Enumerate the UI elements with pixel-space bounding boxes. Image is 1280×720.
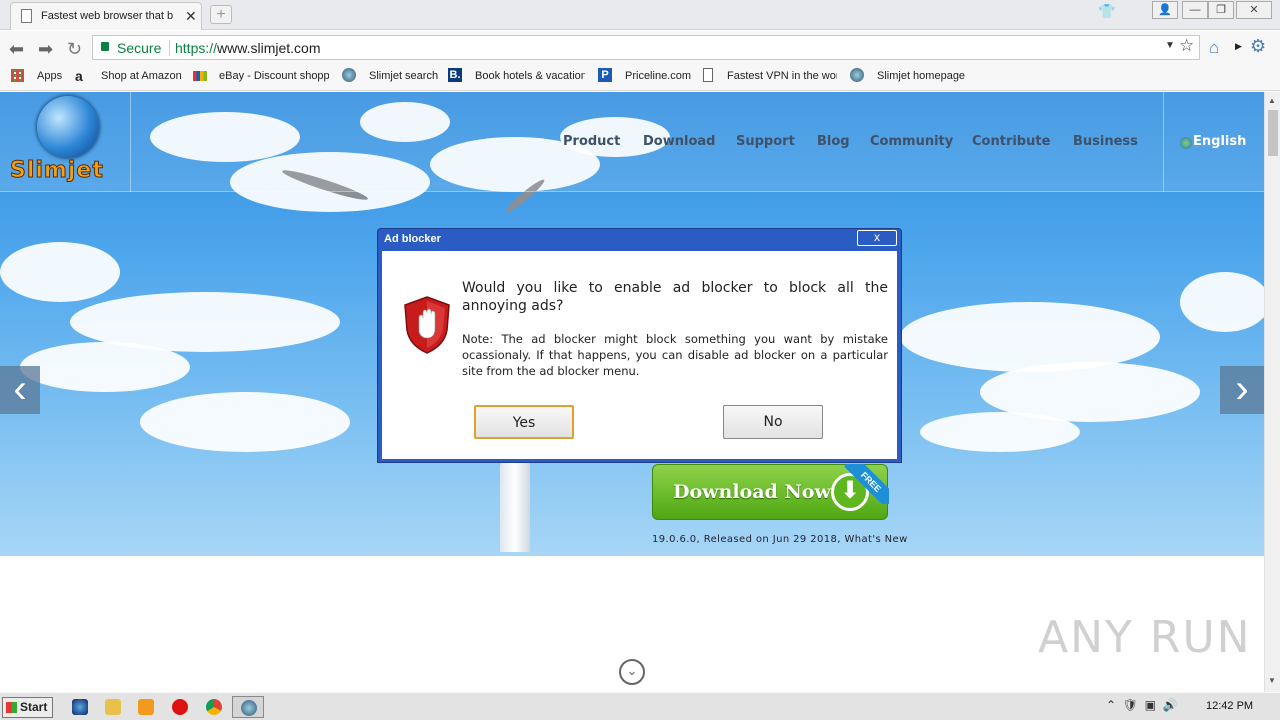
next-slide-arrow-icon[interactable]: › — [1220, 366, 1264, 414]
system-tray-icons[interactable]: ⌃ 🛡 ▣ 🔊 — [1106, 698, 1178, 712]
url-host: www.slimjet.com — [217, 40, 321, 56]
chrome-icon[interactable] — [206, 699, 222, 715]
ad-blocker-dialog: Ad blocker x Would you like to enable ad… — [377, 228, 902, 463]
globe-icon — [1180, 137, 1192, 149]
url-scheme: https:// — [175, 40, 218, 56]
nav-blog[interactable]: Blog — [817, 134, 850, 149]
windows-taskbar: Start ⌃ 🛡 ▣ 🔊 12:42 PM — [0, 692, 1280, 720]
cloud — [0, 242, 120, 302]
internet-explorer-icon[interactable] — [72, 699, 88, 715]
free-ribbon: FREE — [835, 464, 889, 504]
taskbar-clock[interactable]: 12:42 PM — [1206, 700, 1253, 712]
url-text[interactable]: https://www.slimjet.com — [175, 40, 321, 56]
secure-label: Secure — [117, 40, 162, 56]
slimjet-taskbar-button[interactable] — [232, 696, 264, 718]
address-bar[interactable]: Secure https://www.slimjet.com ▼ ☆ — [92, 35, 1200, 60]
star-icon[interactable]: ☆ — [1179, 36, 1194, 56]
reload-icon[interactable]: ↻ — [67, 39, 82, 60]
download-now-label: Download Now — [673, 481, 831, 503]
minimize-button[interactable]: — — [1182, 1, 1208, 19]
tab-strip: Fastest web browser that b ✕ + 👕 👤 — ❐ ✕ — [0, 0, 1280, 30]
yes-button[interactable]: Yes — [474, 405, 574, 439]
bookmark-slimjet-search[interactable]: Slimjet search — [369, 70, 438, 82]
scroll-down-chevron-icon[interactable]: ⌄ — [619, 659, 645, 685]
scroll-down-icon[interactable]: ▼ — [1268, 676, 1276, 685]
cloud — [140, 392, 350, 452]
bookmark-apps[interactable]: Apps — [37, 70, 62, 82]
booking-icon: B. — [448, 68, 462, 82]
apps-grid-icon — [11, 69, 24, 82]
tab-title: Fastest web browser that b — [41, 10, 174, 22]
release-info[interactable]: 19.0.6.0, Released on Jun 29 2018, What'… — [652, 534, 908, 545]
anyrun-watermark: ANY RUN — [1038, 612, 1252, 663]
cloud — [20, 342, 190, 392]
nav-contribute[interactable]: Contribute — [972, 134, 1050, 149]
ebay-icon — [193, 71, 207, 81]
close-window-button[interactable]: ✕ — [1236, 1, 1272, 19]
close-tab-icon[interactable]: ✕ — [185, 8, 197, 25]
caret-right-icon[interactable]: ▶ — [1235, 41, 1242, 52]
cloud — [900, 302, 1160, 372]
back-icon[interactable]: ⬅ — [9, 39, 24, 60]
scrollbar-thumb[interactable] — [1268, 110, 1278, 156]
prev-slide-arrow-icon[interactable]: ‹ — [0, 366, 40, 414]
gear-icon[interactable]: ⚙ — [1250, 36, 1266, 57]
restore-button[interactable]: ❐ — [1208, 1, 1234, 19]
dialog-close-button[interactable]: x — [857, 230, 897, 246]
bookmark-slimjet-homepage[interactable]: Slimjet homepage — [877, 70, 965, 82]
nav-support[interactable]: Support — [736, 134, 795, 149]
nav-community[interactable]: Community — [870, 134, 953, 149]
home-icon[interactable]: ⌂ — [1209, 38, 1219, 58]
free-badge: FREE — [844, 464, 889, 504]
globe-icon — [342, 68, 356, 82]
shield-stop-icon — [404, 296, 450, 354]
amazon-icon: a — [75, 68, 83, 84]
dialog-body: Would you like to enable ad blocker to b… — [382, 251, 897, 459]
site-header: Slimjet Product Download Support Blog Co… — [0, 92, 1264, 192]
globe-icon — [850, 68, 864, 82]
divider — [130, 92, 131, 192]
page-icon — [21, 9, 32, 23]
address-separator — [169, 40, 170, 56]
bookmark-booking[interactable]: Book hotels & vacation — [475, 70, 585, 82]
cloud — [920, 412, 1080, 452]
page-icon — [703, 68, 713, 82]
slimjet-logo-icon[interactable] — [37, 96, 99, 158]
browser-tab[interactable]: Fastest web browser that b ✕ — [10, 2, 202, 30]
priceline-icon: P — [598, 68, 612, 82]
windows-logo-icon — [6, 702, 17, 713]
profile-button[interactable]: 👤 — [1152, 1, 1178, 19]
theme-shirt-icon[interactable]: 👕 — [1098, 3, 1115, 20]
media-player-icon[interactable] — [138, 699, 154, 715]
nav-business[interactable]: Business — [1073, 134, 1138, 149]
bookmark-amazon[interactable]: Shop at Amazon — [101, 70, 182, 82]
forward-icon[interactable]: ➡ — [38, 39, 53, 60]
start-label: Start — [20, 700, 48, 714]
lock-icon — [101, 42, 109, 51]
page-scrollbar[interactable]: ▲ ▼ — [1264, 92, 1280, 692]
folder-icon[interactable] — [105, 699, 121, 715]
no-button[interactable]: No — [723, 405, 823, 439]
language-selector[interactable]: English — [1193, 134, 1246, 149]
sailboat-image — [500, 457, 530, 552]
divider — [1163, 92, 1164, 192]
dialog-question: Would you like to enable ad blocker to b… — [462, 280, 888, 314]
nav-download[interactable]: Download — [643, 134, 715, 149]
site-logo[interactable]: Slimjet — [10, 158, 104, 184]
scroll-up-icon[interactable]: ▲ — [1268, 96, 1276, 105]
bookmark-vpn[interactable]: Fastest VPN in the wor — [727, 70, 837, 82]
dialog-title: Ad blocker — [384, 233, 441, 245]
cloud — [1180, 272, 1264, 332]
bookmark-ebay[interactable]: eBay - Discount shoppi — [219, 70, 329, 82]
chevron-down-icon[interactable]: ▼ — [1165, 40, 1175, 51]
bookmark-priceline[interactable]: Priceline.com — [625, 70, 691, 82]
dialog-note: Note: The ad blocker might block somethi… — [462, 332, 888, 378]
slimjet-icon — [241, 700, 257, 716]
nav-product[interactable]: Product — [563, 134, 620, 149]
start-button[interactable]: Start — [2, 697, 53, 718]
opera-icon[interactable] — [172, 699, 188, 715]
new-tab-button[interactable]: + — [210, 5, 232, 24]
